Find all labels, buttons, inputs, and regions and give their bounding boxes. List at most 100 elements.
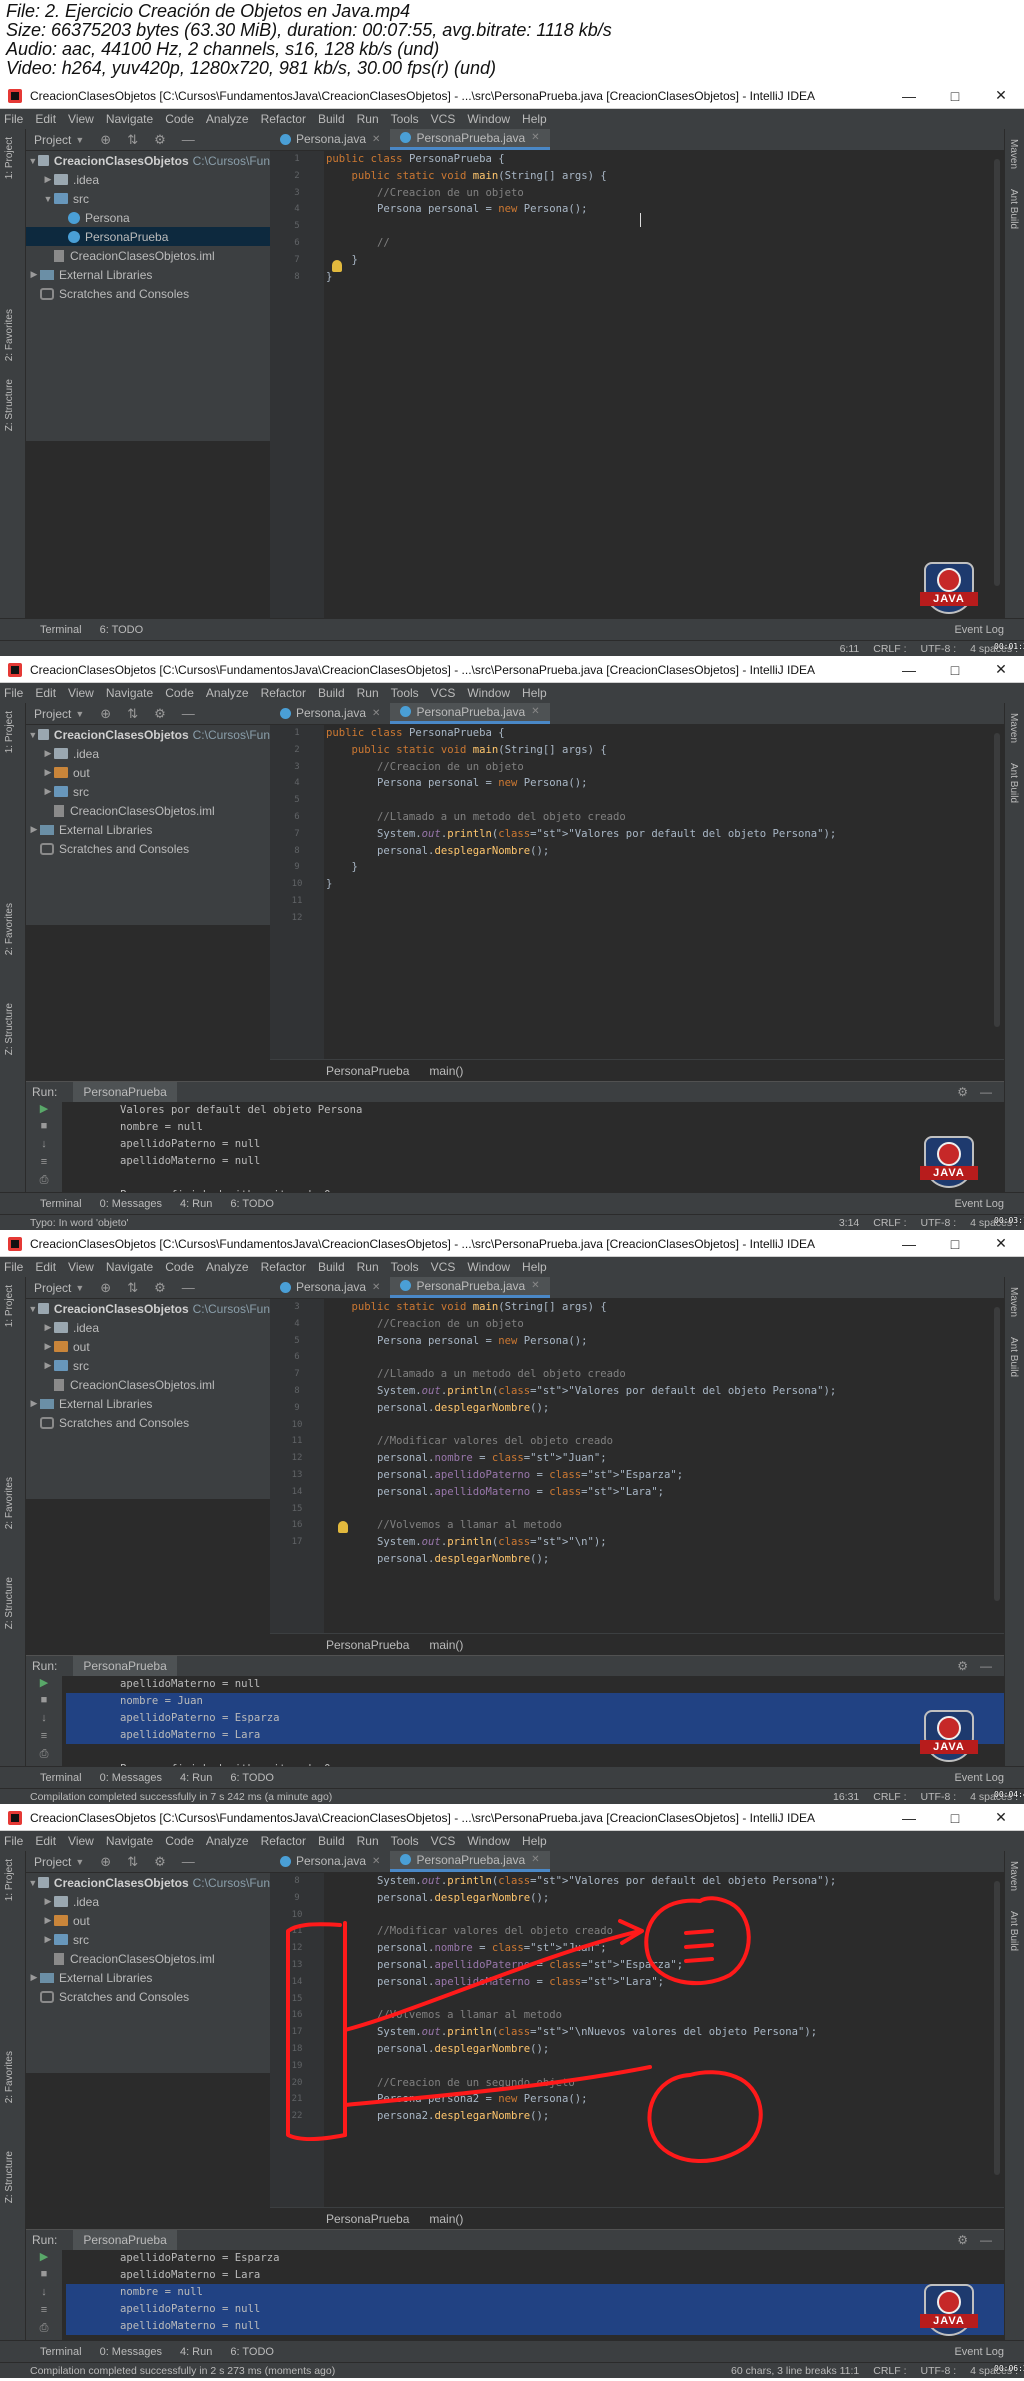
print-icon[interactable]: ⎙ [26, 1748, 62, 1766]
project-view-selector[interactable]: Project [34, 133, 71, 147]
intention-bulb-icon[interactable] [332, 260, 342, 272]
breadcrumb-class[interactable]: PersonaPrueba [326, 1638, 409, 1652]
menu-build[interactable]: Build [318, 1260, 345, 1274]
favorites-tool-tab[interactable]: 2: Favorites [4, 1477, 15, 1529]
project-tool-tab[interactable]: 1: Project [4, 1859, 15, 1901]
tab-persona-java[interactable]: Persona.java ✕ [270, 1851, 390, 1872]
code-line[interactable]: personal.apellidoMaterno = class="st">"L… [326, 1484, 984, 1501]
menu-navigate[interactable]: Navigate [106, 686, 153, 700]
code-line[interactable]: } [326, 252, 984, 269]
menu-tools[interactable]: Tools [391, 112, 419, 126]
run-tab[interactable]: 4: Run [180, 1772, 212, 1784]
close-button[interactable]: ✕ [978, 87, 1024, 104]
tree-item-external-libraries[interactable]: ▶ External Libraries [26, 1394, 270, 1413]
code-line[interactable]: //Modificar valores del objeto creado [326, 1923, 984, 1940]
code-line[interactable]: personal.nombre = class="st">"Juan"; [326, 1940, 984, 1957]
chevron-down-icon[interactable]: ▼ [75, 1283, 84, 1293]
menu-build[interactable]: Build [318, 112, 345, 126]
rerun-icon[interactable]: ▶ [26, 2250, 62, 2268]
chevron-down-icon[interactable]: ▼ [75, 709, 84, 719]
menu-run[interactable]: Run [357, 1834, 379, 1848]
tree-item-idea[interactable]: ▶ .idea [26, 170, 270, 189]
hide-icon[interactable]: — [182, 132, 195, 147]
console-output[interactable]: Valores por default del objeto Persona no… [66, 1102, 1004, 1204]
minimize-button[interactable]: — [886, 1810, 932, 1826]
gear-icon[interactable]: ⚙ [154, 706, 166, 722]
gear-icon[interactable]: ⚙ [154, 1280, 166, 1296]
line-separator[interactable]: CRLF : [873, 643, 906, 655]
tree-item-idea[interactable]: ▶ .idea [26, 1318, 270, 1337]
gear-icon[interactable]: ⚙ [957, 2233, 968, 2247]
project-tool-tab[interactable]: 1: Project [4, 1285, 15, 1327]
collapse-icon[interactable]: ⇅ [127, 132, 138, 148]
menu-window[interactable]: Window [467, 686, 510, 700]
menu-analyze[interactable]: Analyze [206, 112, 249, 126]
menu-view[interactable]: View [68, 1834, 94, 1848]
code-line[interactable]: Persona personal = new Persona(); [326, 1333, 984, 1350]
tree-item-iml[interactable]: CreacionClasesObjetos.iml [26, 246, 270, 265]
tab-personaprueba-java[interactable]: PersonaPrueba.java ✕ [390, 1277, 550, 1298]
code-line[interactable]: personal.desplegarNombre(); [326, 2041, 984, 2058]
code-line[interactable]: } [326, 876, 984, 893]
code-line[interactable]: //Creacion de un objeto [326, 1316, 984, 1333]
menu-view[interactable]: View [68, 1260, 94, 1274]
menu-run[interactable]: Run [357, 686, 379, 700]
breadcrumb-method[interactable]: main() [429, 1064, 463, 1078]
code-line[interactable] [326, 893, 984, 910]
breadcrumb-method[interactable]: main() [429, 2212, 463, 2226]
breadcrumb-method[interactable]: main() [429, 1638, 463, 1652]
stop-icon[interactable]: ■ [26, 2268, 62, 2286]
project-tool-tab[interactable]: 1: Project [4, 711, 15, 753]
close-tab-icon[interactable]: ✕ [372, 134, 380, 145]
run-config-tab[interactable]: PersonaPrueba [73, 1082, 177, 1102]
code-line[interactable]: personal.desplegarNombre(); [326, 1400, 984, 1417]
tree-item-external-libraries[interactable]: ▶ External Libraries [26, 1968, 270, 1987]
cursor-position[interactable]: 3:14 [839, 1217, 859, 1229]
file-encoding[interactable]: UTF-8 : [921, 643, 957, 655]
locate-icon[interactable]: ⊕ [100, 132, 111, 148]
file-encoding[interactable]: UTF-8 : [921, 1217, 957, 1229]
event-log-tab[interactable]: Event Log [954, 624, 1004, 636]
ant-build-tool-tab[interactable]: Ant Build [1008, 1911, 1019, 1951]
menu-tools[interactable]: Tools [391, 1834, 419, 1848]
close-tab-icon[interactable]: ✕ [531, 1280, 539, 1291]
favorites-tool-tab[interactable]: 2: Favorites [4, 309, 15, 361]
code-line[interactable]: personal.nombre = class="st">"Juan"; [326, 1450, 984, 1467]
menu-code[interactable]: Code [165, 686, 194, 700]
maximize-button[interactable]: □ [932, 662, 978, 678]
close-button[interactable]: ✕ [978, 661, 1024, 678]
tab-persona-java[interactable]: Persona.java ✕ [270, 129, 390, 150]
code-line[interactable]: personal.desplegarNombre(); [326, 1890, 984, 1907]
code-line[interactable] [326, 792, 984, 809]
locate-icon[interactable]: ⊕ [100, 1854, 111, 1870]
menu-tools[interactable]: Tools [391, 1260, 419, 1274]
menu-refactor[interactable]: Refactor [261, 686, 306, 700]
menu-edit[interactable]: Edit [35, 112, 56, 126]
project-view-selector[interactable]: Project [34, 1855, 71, 1869]
tree-item-idea[interactable]: ▶ .idea [26, 744, 270, 763]
menu-build[interactable]: Build [318, 1834, 345, 1848]
code-line[interactable]: System.out.println(class="st">"\nNuevos … [326, 2024, 984, 2041]
soft-wrap-icon[interactable]: ≡ [26, 1156, 62, 1174]
code-line[interactable]: personal.apellidoPaterno = class="st">"E… [326, 1467, 984, 1484]
favorites-tool-tab[interactable]: 2: Favorites [4, 903, 15, 955]
menu-build[interactable]: Build [318, 686, 345, 700]
code-line[interactable]: System.out.println(class="st">"Valores p… [326, 826, 984, 843]
code-line[interactable] [326, 1349, 984, 1366]
locate-icon[interactable]: ⊕ [100, 1280, 111, 1296]
tree-item-idea[interactable]: ▶ .idea [26, 1892, 270, 1911]
maven-tool-tab[interactable]: Maven [1008, 713, 1019, 743]
code-line[interactable] [326, 218, 984, 235]
close-button[interactable]: ✕ [978, 1235, 1024, 1252]
menu-window[interactable]: Window [467, 112, 510, 126]
intention-bulb-icon[interactable] [338, 1521, 348, 1534]
line-separator[interactable]: CRLF : [873, 1791, 906, 1803]
ant-build-tool-tab[interactable]: Ant Build [1008, 763, 1019, 803]
event-log-tab[interactable]: Event Log [954, 2346, 1004, 2358]
menu-help[interactable]: Help [522, 1834, 547, 1848]
code-line[interactable]: //Llamado a un metodo del objeto creado [326, 809, 984, 826]
hide-icon[interactable]: — [182, 1280, 195, 1295]
maximize-button[interactable]: □ [932, 1810, 978, 1826]
ant-build-tool-tab[interactable]: Ant Build [1008, 189, 1019, 229]
maximize-button[interactable]: □ [932, 88, 978, 104]
